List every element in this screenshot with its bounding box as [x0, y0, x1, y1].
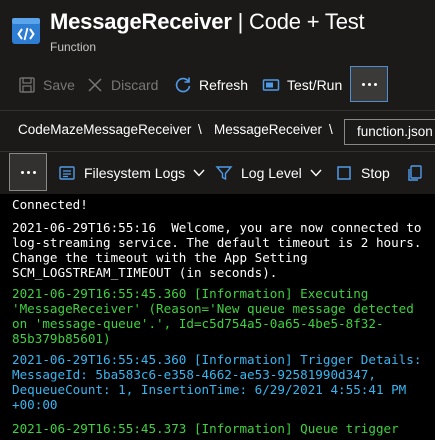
test-run-label: Test/Run — [287, 77, 343, 93]
log-more-button[interactable] — [9, 153, 47, 191]
test-run-icon — [262, 76, 280, 94]
log-toolbar: Filesystem Logs Log Level Stop — [0, 152, 435, 194]
stop-icon — [335, 164, 353, 182]
save-label: Save — [43, 77, 75, 93]
ellipsis-icon — [361, 82, 377, 86]
breadcrumb-separator: \ — [329, 122, 333, 137]
page-section-title: | Code + Test — [231, 9, 365, 34]
refresh-button[interactable]: Refresh — [174, 66, 248, 104]
log-line: 85b379b85601) — [12, 331, 111, 346]
log-line: 2021-06-29T16:55:45.360 [Information] Ex… — [12, 286, 369, 301]
filesystem-logs-dropdown[interactable]: Filesystem Logs — [58, 152, 205, 194]
ellipsis-icon — [20, 170, 36, 174]
more-actions-button[interactable] — [350, 66, 388, 102]
command-toolbar: Save Discard Refresh Test/Run — [0, 66, 435, 104]
file-selector-dropdown[interactable]: function.json — [344, 119, 435, 145]
log-console[interactable]: Connected! 2021-06-29T16:55:16 Welcome, … — [0, 194, 435, 440]
copy-icon — [406, 164, 424, 182]
refresh-icon — [174, 76, 192, 94]
breadcrumb-function[interactable]: MessageReceiver — [214, 122, 322, 137]
log-line: Connected! — [12, 197, 88, 212]
breadcrumb-function-app[interactable]: CodeMazeMessageReceiver — [18, 122, 191, 137]
save-icon — [18, 76, 36, 94]
log-line: on 'message-queue'.', Id=c5d754a5-0a65-4… — [12, 316, 384, 331]
close-icon — [86, 76, 104, 94]
log-line: Change the timeout with the App Setting — [12, 250, 308, 265]
log-line: MessageId: 5ba583c6-e358-4662-ae53-92581… — [12, 367, 376, 382]
breadcrumb-separator: \ — [198, 122, 202, 137]
log-line: 2021-06-29T16:55:45.373 [Information] Qu… — [12, 421, 399, 436]
discard-label: Discard — [111, 77, 159, 93]
log-line: DequeueCount: 1, InsertionTime: 6/29/202… — [12, 382, 407, 397]
stop-button[interactable]: Stop — [335, 152, 390, 194]
log-line: log-streaming service. The default timeo… — [12, 235, 422, 250]
page-subtitle: Function — [50, 40, 97, 54]
test-run-button[interactable]: Test/Run — [262, 66, 342, 104]
function-code-icon — [11, 16, 41, 46]
save-button[interactable]: Save — [18, 66, 75, 104]
copy-button[interactable] — [406, 152, 432, 194]
refresh-label: Refresh — [199, 77, 249, 93]
log-level-dropdown[interactable]: Log Level — [215, 152, 322, 194]
chevron-down-icon — [310, 169, 322, 177]
log-line: SCM_LOGSTREAM_TIMEOUT (in seconds). — [12, 265, 278, 280]
app-name: MessageReceiver — [50, 9, 232, 34]
filter-icon — [215, 164, 233, 182]
log-line: 2021-06-29T16:55:16 Welcome, you are now… — [12, 220, 422, 235]
log-line: +00:00 — [12, 397, 58, 412]
breadcrumb: CodeMazeMessageReceiver \ MessageReceive… — [0, 110, 435, 152]
page-title: MessageReceiver | Code + Test — [50, 9, 365, 35]
log-list-icon — [58, 164, 76, 182]
chevron-down-icon — [193, 169, 205, 177]
log-level-label: Log Level — [241, 165, 302, 181]
log-line: 'MessageReceiver' (Reason='New queue mes… — [12, 301, 414, 316]
page-header: MessageReceiver | Code + Test Function — [0, 0, 435, 62]
filesystem-logs-label: Filesystem Logs — [84, 165, 186, 181]
discard-button[interactable]: Discard — [86, 66, 158, 104]
log-line: 2021-06-29T16:55:45.360 [Information] Tr… — [12, 352, 422, 367]
stop-label: Stop — [361, 165, 390, 181]
